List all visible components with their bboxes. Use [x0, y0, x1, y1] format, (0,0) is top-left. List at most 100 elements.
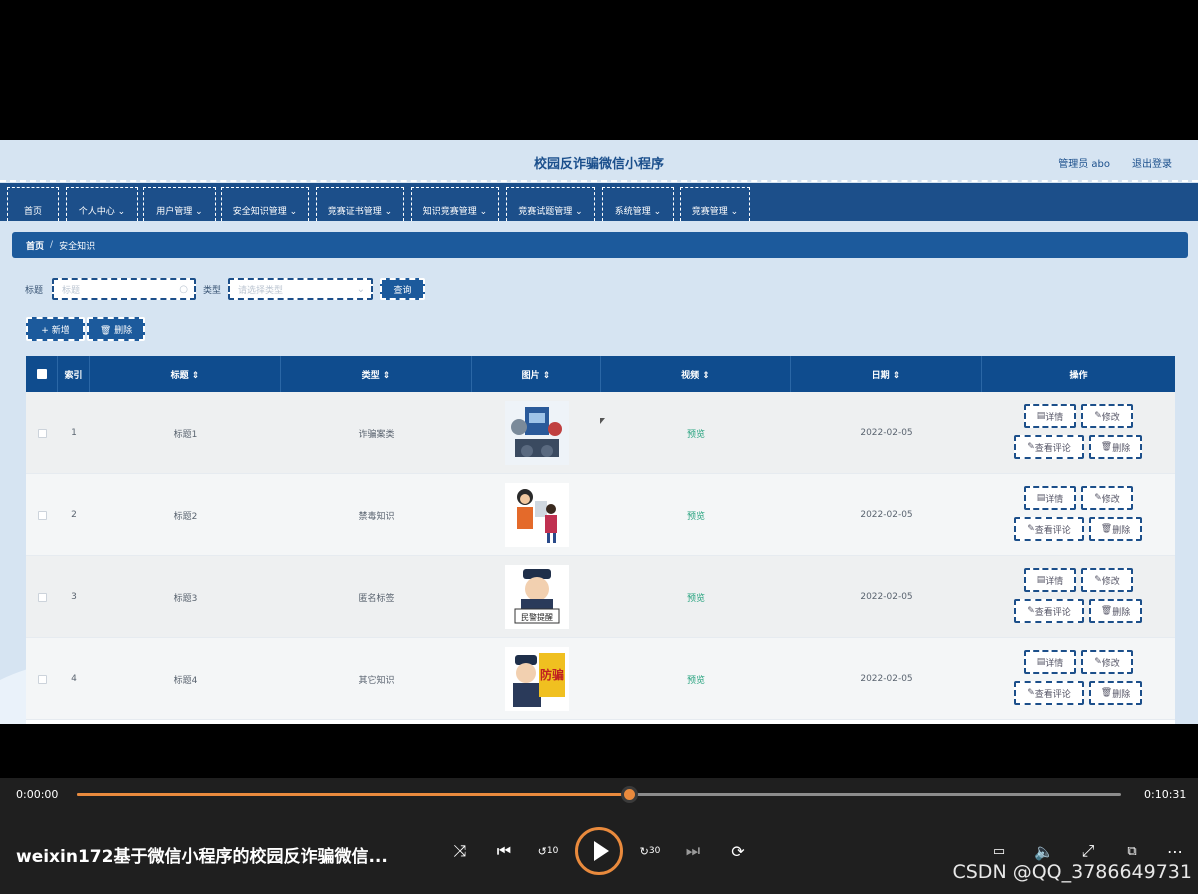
type-select[interactable]: 请选择类型 ⌄	[228, 278, 373, 300]
header-title[interactable]: 标题 ⇕	[90, 356, 281, 392]
query-button[interactable]: 查询	[380, 278, 425, 300]
thumbnail-image[interactable]: 防骗	[504, 647, 569, 711]
edit-button[interactable]: ✎ 修改	[1081, 568, 1133, 592]
mini-player-icon[interactable]: ⧉	[1121, 840, 1143, 862]
detail-button[interactable]: ▤ 详情	[1024, 650, 1076, 674]
detail-button[interactable]: ▤ 详情	[1024, 404, 1076, 428]
row-delete-label: 删除	[1112, 443, 1131, 454]
nav-item-personal[interactable]: 个人中心 ⌄	[66, 187, 138, 221]
comments-label: 查看评论	[1034, 689, 1071, 700]
app-header: 校园反诈骗微信小程序 管理员 abo 退出登录	[0, 140, 1198, 182]
row-checkbox-cell[interactable]	[26, 392, 58, 474]
previous-icon[interactable]: ⏮	[493, 840, 515, 862]
row-type: 匿名标签	[358, 593, 395, 604]
row-checkbox-cell[interactable]	[26, 556, 58, 638]
row-delete-label: 删除	[1112, 689, 1131, 700]
video-preview-link[interactable]: 预览	[687, 673, 705, 686]
nav-item-system[interactable]: 系统管理 ⌄	[602, 187, 674, 221]
detail-button[interactable]: ▤ 详情	[1024, 486, 1076, 510]
shuffle-icon[interactable]: ⤨	[449, 840, 471, 862]
thumbnail-image[interactable]	[504, 483, 569, 547]
repeat-off-icon[interactable]: ⟳	[727, 840, 749, 862]
row-checkbox[interactable]	[37, 592, 47, 602]
row-date: 2022-02-05	[860, 510, 913, 520]
row-actions: ▤ 详情 ✎ 修改 ✎ 查看评论 🗑 删除	[982, 392, 1175, 474]
header-date[interactable]: 日期 ⇕	[791, 356, 982, 392]
row-delete-button[interactable]: 🗑 删除	[1089, 599, 1142, 623]
nav-item-knowledge-contest[interactable]: 知识竞赛管理 ⌄	[411, 187, 499, 221]
row-checkbox[interactable]	[37, 674, 47, 684]
seek-handle[interactable]	[621, 786, 639, 803]
row-date: 2022-02-05	[860, 428, 913, 438]
title-placeholder: 标题	[62, 285, 81, 296]
add-button[interactable]: + 新增	[26, 317, 85, 341]
view-comments-button[interactable]: ✎ 查看评论	[1014, 599, 1084, 623]
nav-item-certificates[interactable]: 竞赛证书管理 ⌄	[316, 187, 404, 221]
row-title: 标题4	[173, 675, 198, 686]
skip-back-icon[interactable]: ↺ 10	[537, 840, 559, 862]
volume-icon[interactable]: 🔈	[1033, 840, 1055, 862]
comments-label: 查看评论	[1034, 443, 1071, 454]
row-checkbox-cell[interactable]	[26, 474, 58, 556]
detail-label: 详情	[1045, 576, 1064, 587]
skip-forward-icon[interactable]: ↻ 30	[639, 840, 661, 862]
edit-button[interactable]: ✎ 修改	[1081, 650, 1133, 674]
detail-label: 详情	[1045, 658, 1064, 669]
title-label: 标题	[25, 286, 44, 296]
row-actions: ▤ 详情 ✎ 修改 ✎ 查看评论 🗑 删除	[982, 638, 1175, 720]
video-preview-link[interactable]: 预览	[687, 427, 705, 440]
type-placeholder: 请选择类型	[238, 285, 284, 296]
more-options-icon[interactable]: ⋯	[1164, 840, 1186, 862]
row-delete-button[interactable]: 🗑 删除	[1089, 517, 1142, 541]
thumbnail-image[interactable]	[504, 401, 569, 465]
table-row: 2 标题2 禁毒知识 预览 2022-02-05 ▤ 详情 ✎ 修改 ✎ 查看评…	[26, 474, 1175, 556]
row-checkbox-cell[interactable]	[26, 638, 58, 720]
title-search-input[interactable]: 标题 ○	[52, 278, 196, 300]
video-preview-link[interactable]: 预览	[687, 509, 705, 522]
row-checkbox[interactable]	[37, 510, 47, 520]
header-image[interactable]: 图片 ⇕	[472, 356, 601, 392]
subtitles-icon[interactable]: ▭	[988, 840, 1010, 862]
comments-label: 查看评论	[1034, 525, 1071, 536]
row-video-cell: 预览	[601, 474, 791, 556]
chevron-down-icon: ⌄	[356, 283, 365, 295]
row-title: 标题3	[173, 593, 198, 604]
nav-item-users[interactable]: 用户管理 ⌄	[143, 187, 216, 221]
video-title: weixin172基于微信小程序的校园反诈骗微信...	[16, 847, 388, 867]
view-comments-button[interactable]: ✎ 查看评论	[1014, 435, 1084, 459]
nav-item-safety-knowledge[interactable]: 安全知识管理 ⌄	[221, 187, 309, 221]
nav-item-home[interactable]: 首页	[7, 187, 59, 221]
detail-button[interactable]: ▤ 详情	[1024, 568, 1076, 592]
row-checkbox[interactable]	[37, 428, 47, 438]
row-actions: ▤ 详情 ✎ 修改 ✎ 查看评论 🗑 删除	[982, 474, 1175, 556]
top-nav: 首页 个人中心 ⌄ 用户管理 ⌄ 安全知识管理 ⌄ 竞赛证书管理 ⌄ 知识竞赛管…	[0, 183, 1198, 221]
row-delete-label: 删除	[1112, 607, 1131, 618]
nav-item-contest[interactable]: 竞赛管理 ⌄	[680, 187, 750, 221]
delete-button[interactable]: 🗑 删除	[87, 317, 145, 341]
row-type: 诈骗案类	[358, 429, 395, 440]
header-type[interactable]: 类型 ⇕	[281, 356, 472, 392]
nav-item-contest-questions[interactable]: 竞赛试题管理 ⌄	[506, 187, 595, 221]
view-comments-button[interactable]: ✎ 查看评论	[1014, 681, 1084, 705]
comments-label: 查看评论	[1034, 607, 1071, 618]
skip-forward-seconds: 30	[648, 846, 661, 856]
edit-button[interactable]: ✎ 修改	[1081, 486, 1133, 510]
edit-button[interactable]: ✎ 修改	[1081, 404, 1133, 428]
video-player-controls: 0:00:00 0:10:31 weixin172基于微信小程序的校园反诈骗微信…	[0, 778, 1198, 894]
seek-bar[interactable]	[77, 786, 1121, 803]
video-preview-link[interactable]: 预览	[687, 591, 705, 604]
breadcrumb-home[interactable]: 首页	[26, 239, 44, 252]
fullscreen-icon[interactable]: ⤢	[1077, 840, 1099, 862]
play-button[interactable]	[575, 827, 623, 875]
row-actions: ▤ 详情 ✎ 修改 ✎ 查看评论 🗑 删除	[982, 556, 1175, 638]
thumbnail-image[interactable]: 民警提醒	[504, 565, 569, 629]
next-icon[interactable]: ⏭	[682, 840, 704, 862]
row-delete-button[interactable]: 🗑 删除	[1089, 435, 1142, 459]
row-delete-button[interactable]: 🗑 删除	[1089, 681, 1142, 705]
view-comments-button[interactable]: ✎ 查看评论	[1014, 517, 1084, 541]
header-video[interactable]: 视频 ⇕	[601, 356, 791, 392]
logout-link[interactable]: 退出登录	[1132, 155, 1172, 170]
mouse-cursor-icon	[600, 418, 605, 424]
select-all-checkbox[interactable]	[36, 369, 47, 379]
header-select-all[interactable]	[26, 356, 58, 392]
